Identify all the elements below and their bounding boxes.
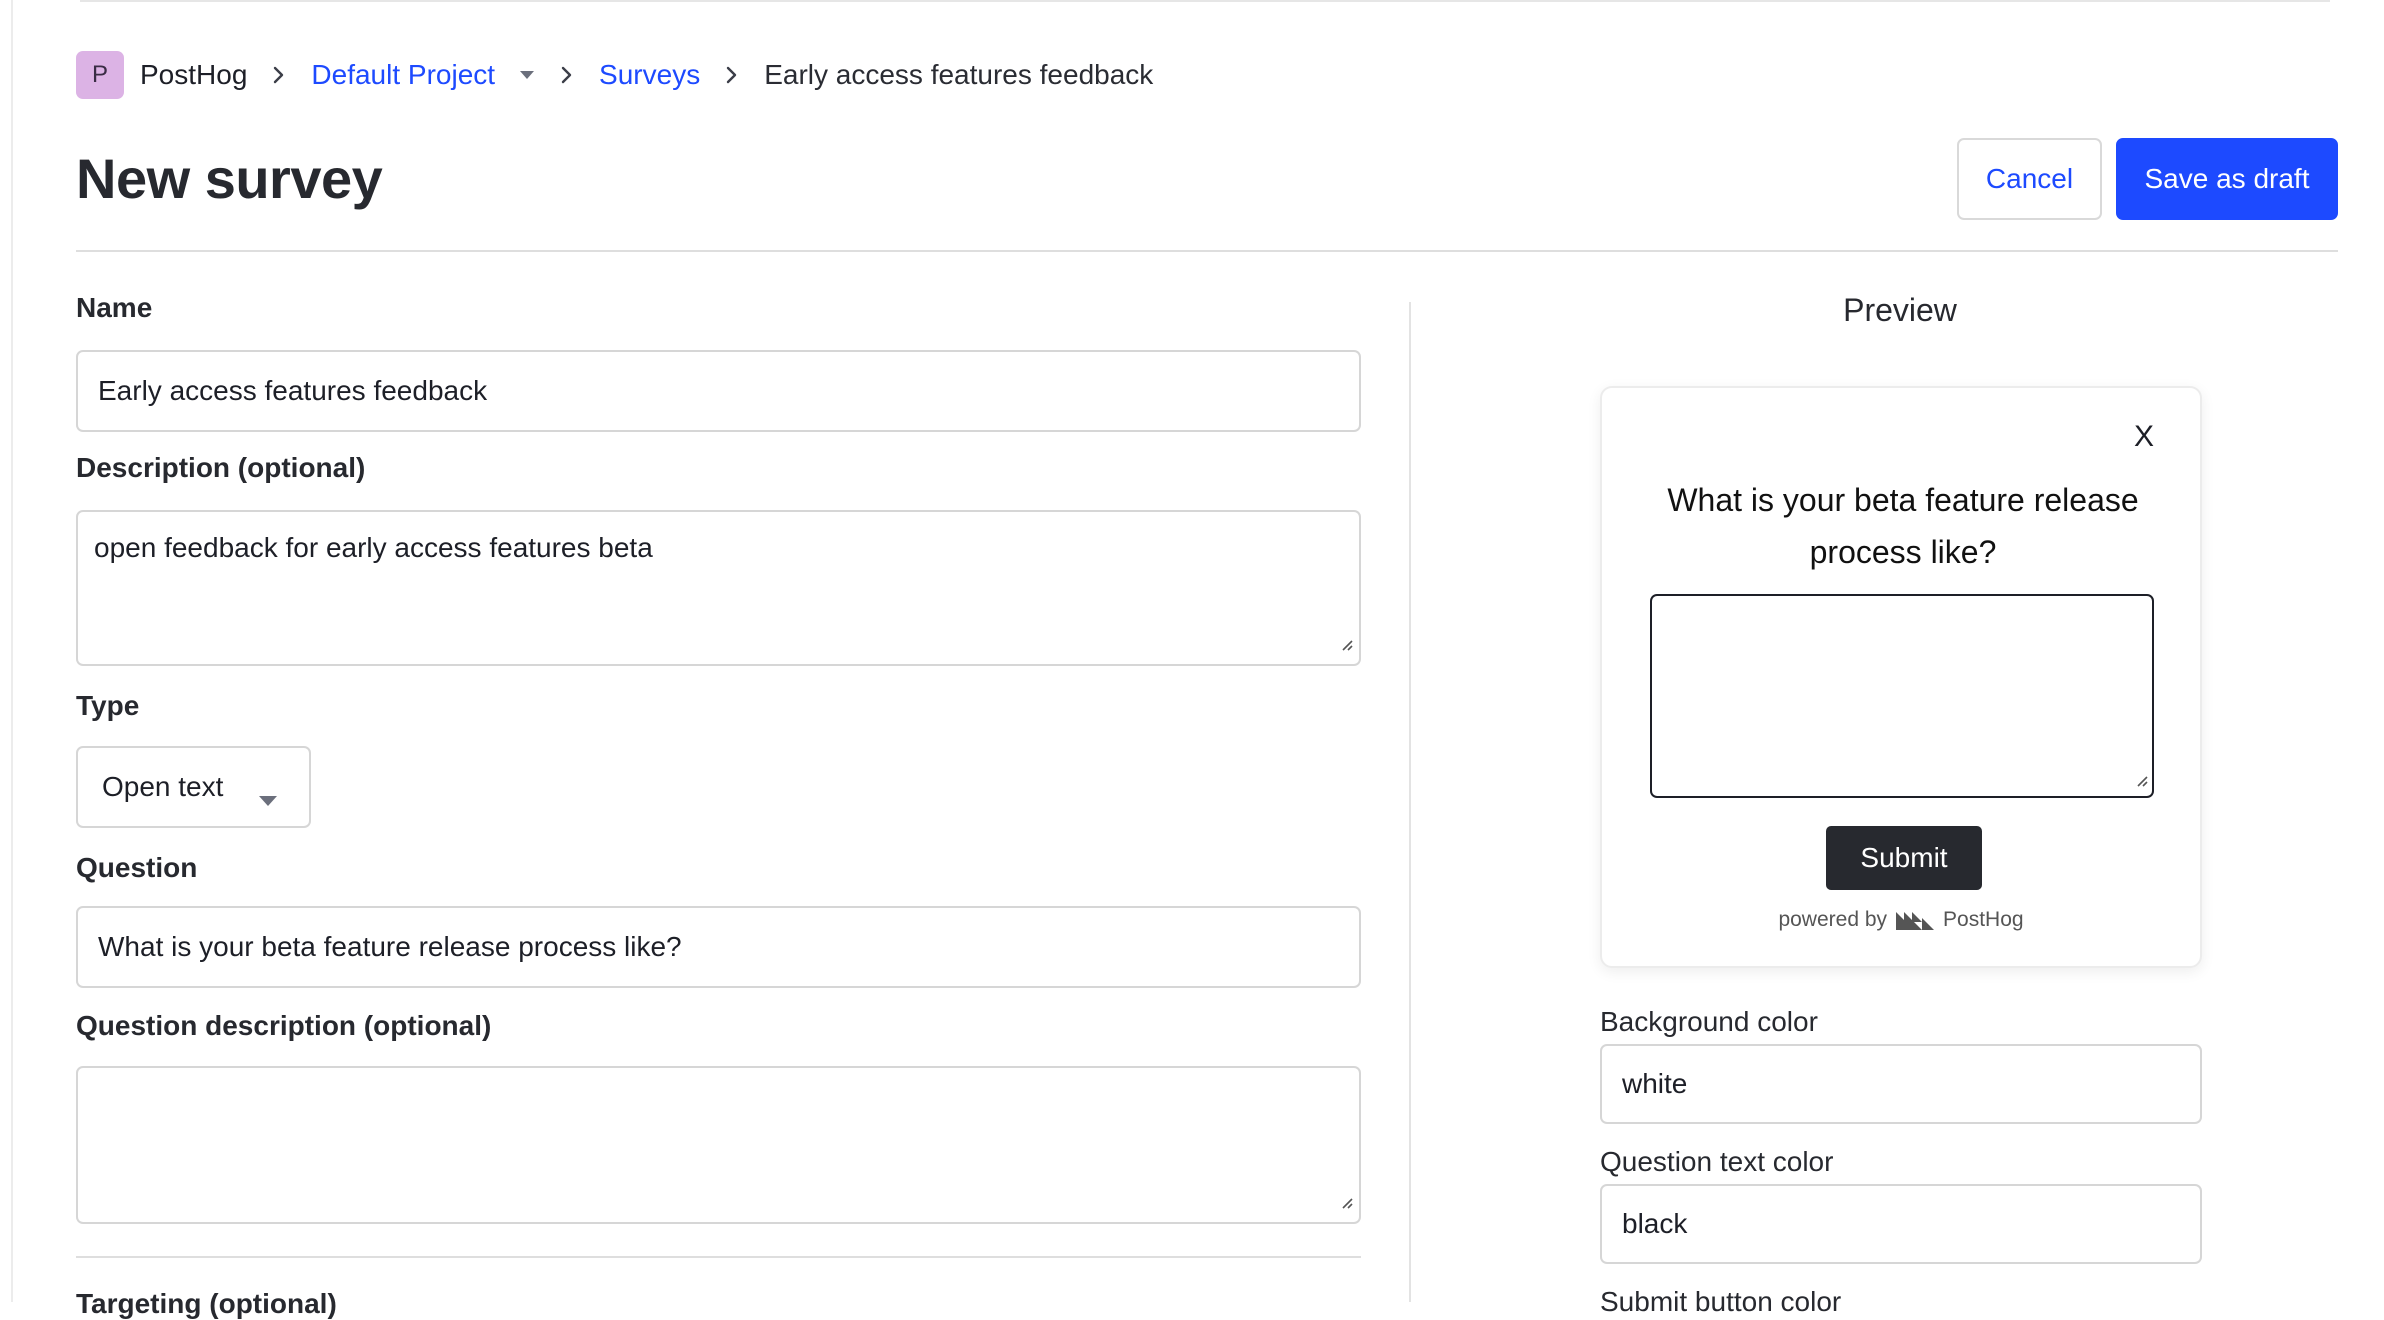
resize-handle-icon[interactable]: [1339, 1184, 1353, 1216]
targeting-label: Targeting (optional): [76, 1288, 337, 1319]
preview-question: What is your beta feature release proces…: [1667, 482, 2139, 570]
chevron-right-icon: [561, 66, 573, 84]
preview-title: Preview: [1843, 292, 1957, 328]
preview-submit-button[interactable]: Submit: [1826, 826, 1982, 890]
question-description-label: Question description (optional): [76, 1010, 492, 1041]
question-description-textarea[interactable]: [76, 1066, 1361, 1224]
chevron-down-icon: [258, 782, 278, 814]
preview-answer-textarea[interactable]: [1650, 594, 2154, 798]
type-label: Type: [76, 690, 140, 721]
submit-button-color-label: Submit button color: [1600, 1286, 1842, 1317]
org-avatar[interactable]: P: [76, 51, 124, 99]
name-input[interactable]: Early access features feedback: [76, 350, 1361, 432]
form-divider: [76, 1256, 1361, 1258]
breadcrumb-current: Early access features feedback: [764, 59, 1154, 90]
question-label: Question: [76, 852, 198, 883]
posthog-logo-icon: [1895, 909, 1935, 931]
app-sidebar-edge: [11, 0, 13, 1302]
type-select-value: Open text: [102, 771, 224, 802]
question-text-color-label: Question text color: [1600, 1146, 1834, 1177]
description-label: Description (optional): [76, 452, 366, 483]
posthog-brand-text: PostHog: [1943, 908, 2024, 931]
chevron-right-icon: [273, 66, 285, 84]
description-text: open feedback for early access features …: [94, 532, 653, 563]
breadcrumb-org[interactable]: PostHog: [140, 59, 247, 91]
breadcrumb-project[interactable]: Default Project: [311, 59, 495, 91]
description-textarea[interactable]: open feedback for early access features …: [76, 510, 1361, 666]
survey-preview-card: X What is your beta feature release proc…: [1600, 386, 2202, 968]
powered-by-text: powered by: [1778, 908, 1888, 931]
background-color-input[interactable]: white: [1600, 1044, 2202, 1124]
column-divider: [1409, 302, 1411, 1302]
top-divider: [80, 0, 2330, 2]
breadcrumb-surveys[interactable]: Surveys: [599, 59, 700, 91]
resize-handle-icon[interactable]: [2134, 773, 2148, 792]
page-title: New survey: [76, 147, 383, 210]
name-label: Name: [76, 292, 153, 323]
question-text-color-input[interactable]: black: [1600, 1184, 2202, 1264]
cancel-button[interactable]: Cancel: [1957, 138, 2102, 220]
save-as-draft-button[interactable]: Save as draft: [2116, 138, 2338, 220]
resize-handle-icon[interactable]: [1339, 626, 1353, 658]
question-input[interactable]: What is your beta feature release proces…: [76, 906, 1361, 988]
powered-by: powered by PostHog: [1602, 908, 2200, 932]
close-button[interactable]: X: [2134, 420, 2154, 454]
header-divider: [76, 250, 2338, 252]
project-dropdown-caret-icon[interactable]: [519, 70, 535, 80]
chevron-right-icon: [726, 66, 738, 84]
type-select[interactable]: Open text: [76, 746, 311, 828]
breadcrumb: P PostHog Default Project Surveys Early …: [76, 50, 1153, 100]
background-color-label: Background color: [1600, 1006, 1818, 1037]
